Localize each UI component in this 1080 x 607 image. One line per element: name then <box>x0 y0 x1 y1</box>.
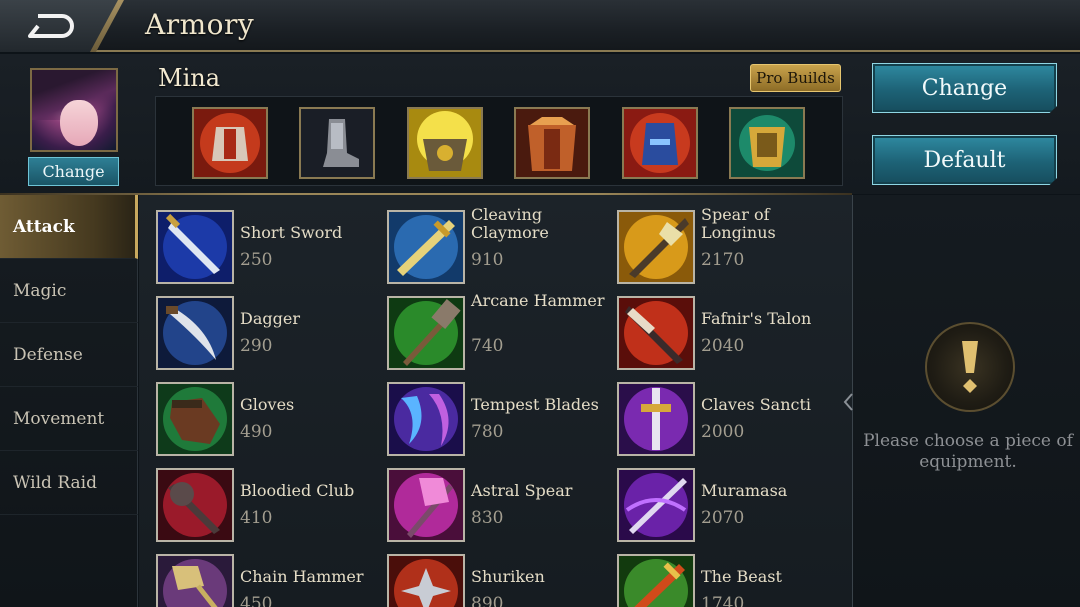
item-price: 740 <box>471 336 504 356</box>
build-slot-6[interactable] <box>729 107 805 179</box>
red-armor-icon <box>194 109 266 177</box>
item-price: 450 <box>240 594 273 607</box>
item-price: 780 <box>471 422 504 442</box>
claves-sancti-icon <box>617 382 695 456</box>
build-slot-1[interactable] <box>192 107 268 179</box>
muramasa-icon <box>617 468 695 542</box>
item-arcane-hammer[interactable]: Arcane Hammer 740 <box>387 292 607 376</box>
item-cleaving-claymore[interactable]: Cleaving Claymore 910 <box>387 206 607 290</box>
claymore-icon <box>387 210 465 284</box>
build-slot-5[interactable] <box>622 107 698 179</box>
hero-name: Mina <box>158 64 221 92</box>
item-price: 290 <box>240 336 273 356</box>
item-name: The Beast <box>701 567 782 586</box>
item-muramasa[interactable]: Muramasa 2070 <box>617 468 837 548</box>
item-tempest-blades[interactable]: Tempest Blades 780 <box>387 382 607 462</box>
change-build-button[interactable]: Change <box>872 63 1057 113</box>
item-price: 2070 <box>701 508 745 528</box>
chain-hammer-icon <box>156 554 234 607</box>
category-movement[interactable]: Movement <box>0 387 138 451</box>
item-name: Fafnir's Talon <box>701 309 812 328</box>
club-icon <box>156 468 234 542</box>
item-price: 1740 <box>701 594 745 607</box>
gold-gauntlet-icon <box>731 109 803 177</box>
item-price: 830 <box>471 508 504 528</box>
back-button[interactable] <box>0 0 118 52</box>
item-claves-sancti[interactable]: Claves Sancti 2000 <box>617 382 837 462</box>
item-name: Dagger <box>240 309 300 328</box>
build-slot-2[interactable] <box>299 107 375 179</box>
gloves-icon <box>156 382 234 456</box>
item-gloves[interactable]: Gloves 490 <box>156 382 376 462</box>
item-name: Astral Spear <box>471 481 573 500</box>
hammer-icon <box>387 296 465 370</box>
pro-builds-button[interactable]: Pro Builds <box>750 64 841 92</box>
astral-spear-icon <box>387 468 465 542</box>
item-name: Spear of Longinus <box>701 205 776 242</box>
item-name: Muramasa <box>701 481 788 500</box>
item-name: Cleaving Claymore <box>471 205 549 242</box>
category-defense[interactable]: Defense <box>0 323 138 387</box>
item-fafnirs-talon[interactable]: Fafnir's Talon 2040 <box>617 296 837 376</box>
item-price: 2000 <box>701 422 745 442</box>
item-dagger[interactable]: Dagger 290 <box>156 296 376 376</box>
gold-armor-icon <box>409 109 481 177</box>
item-price: 890 <box>471 594 504 607</box>
back-arrow-icon <box>28 14 74 38</box>
item-the-beast[interactable]: The Beast 1740 <box>617 554 837 607</box>
item-price: 2170 <box>701 250 745 270</box>
header-bar: Armory <box>0 0 1080 52</box>
hero-portrait[interactable] <box>30 68 118 152</box>
item-short-sword[interactable]: Short Sword 250 <box>156 210 376 290</box>
item-name: Bloodied Club <box>240 481 355 500</box>
talon-icon <box>617 296 695 370</box>
detail-prompt: Please choose a piece of equipment. <box>863 431 1073 472</box>
item-price: 410 <box>240 508 273 528</box>
chevron-left-icon[interactable] <box>842 392 854 412</box>
item-name: Shuriken <box>471 567 545 586</box>
dagger-icon <box>156 296 234 370</box>
item-name: Gloves <box>240 395 295 414</box>
spear-icon <box>617 210 695 284</box>
short-sword-icon <box>156 210 234 284</box>
tempest-blades-icon <box>387 382 465 456</box>
build-slot-3[interactable] <box>407 107 483 179</box>
item-astral-spear[interactable]: Astral Spear 830 <box>387 468 607 548</box>
item-shuriken[interactable]: Shuriken 890 <box>387 554 607 607</box>
item-name: Tempest Blades <box>471 395 599 414</box>
build-slot-4[interactable] <box>514 107 590 179</box>
item-name: Claves Sancti <box>701 395 812 414</box>
item-price: 2040 <box>701 336 745 356</box>
item-bloodied-club[interactable]: Bloodied Club 410 <box>156 468 376 548</box>
boots-icon <box>301 109 373 177</box>
item-price: 490 <box>240 422 273 442</box>
item-spear-of-longinus[interactable]: Spear of Longinus 2170 <box>617 206 837 290</box>
item-price: 250 <box>240 250 273 270</box>
default-build-button[interactable]: Default <box>872 135 1057 185</box>
blue-helmet-icon <box>624 109 696 177</box>
item-chain-hammer[interactable]: Chain Hammer 450 <box>156 554 376 607</box>
item-name: Short Sword <box>240 223 343 242</box>
chest-armor-icon <box>516 109 588 177</box>
category-magic[interactable]: Magic <box>0 259 138 323</box>
shuriken-icon <box>387 554 465 607</box>
item-price: 910 <box>471 250 504 270</box>
item-name: Arcane Hammer <box>471 291 605 310</box>
item-name: Chain Hammer <box>240 567 364 586</box>
beast-icon <box>617 554 695 607</box>
exclamation-emblem-icon <box>925 322 1015 412</box>
category-wild-raid[interactable]: Wild Raid <box>0 451 138 515</box>
category-sidebar: Attack Magic Defense Movement Wild Raid <box>0 195 138 607</box>
page-title: Armory <box>145 8 255 41</box>
category-attack[interactable]: Attack <box>0 195 138 259</box>
change-hero-button[interactable]: Change <box>28 157 119 186</box>
